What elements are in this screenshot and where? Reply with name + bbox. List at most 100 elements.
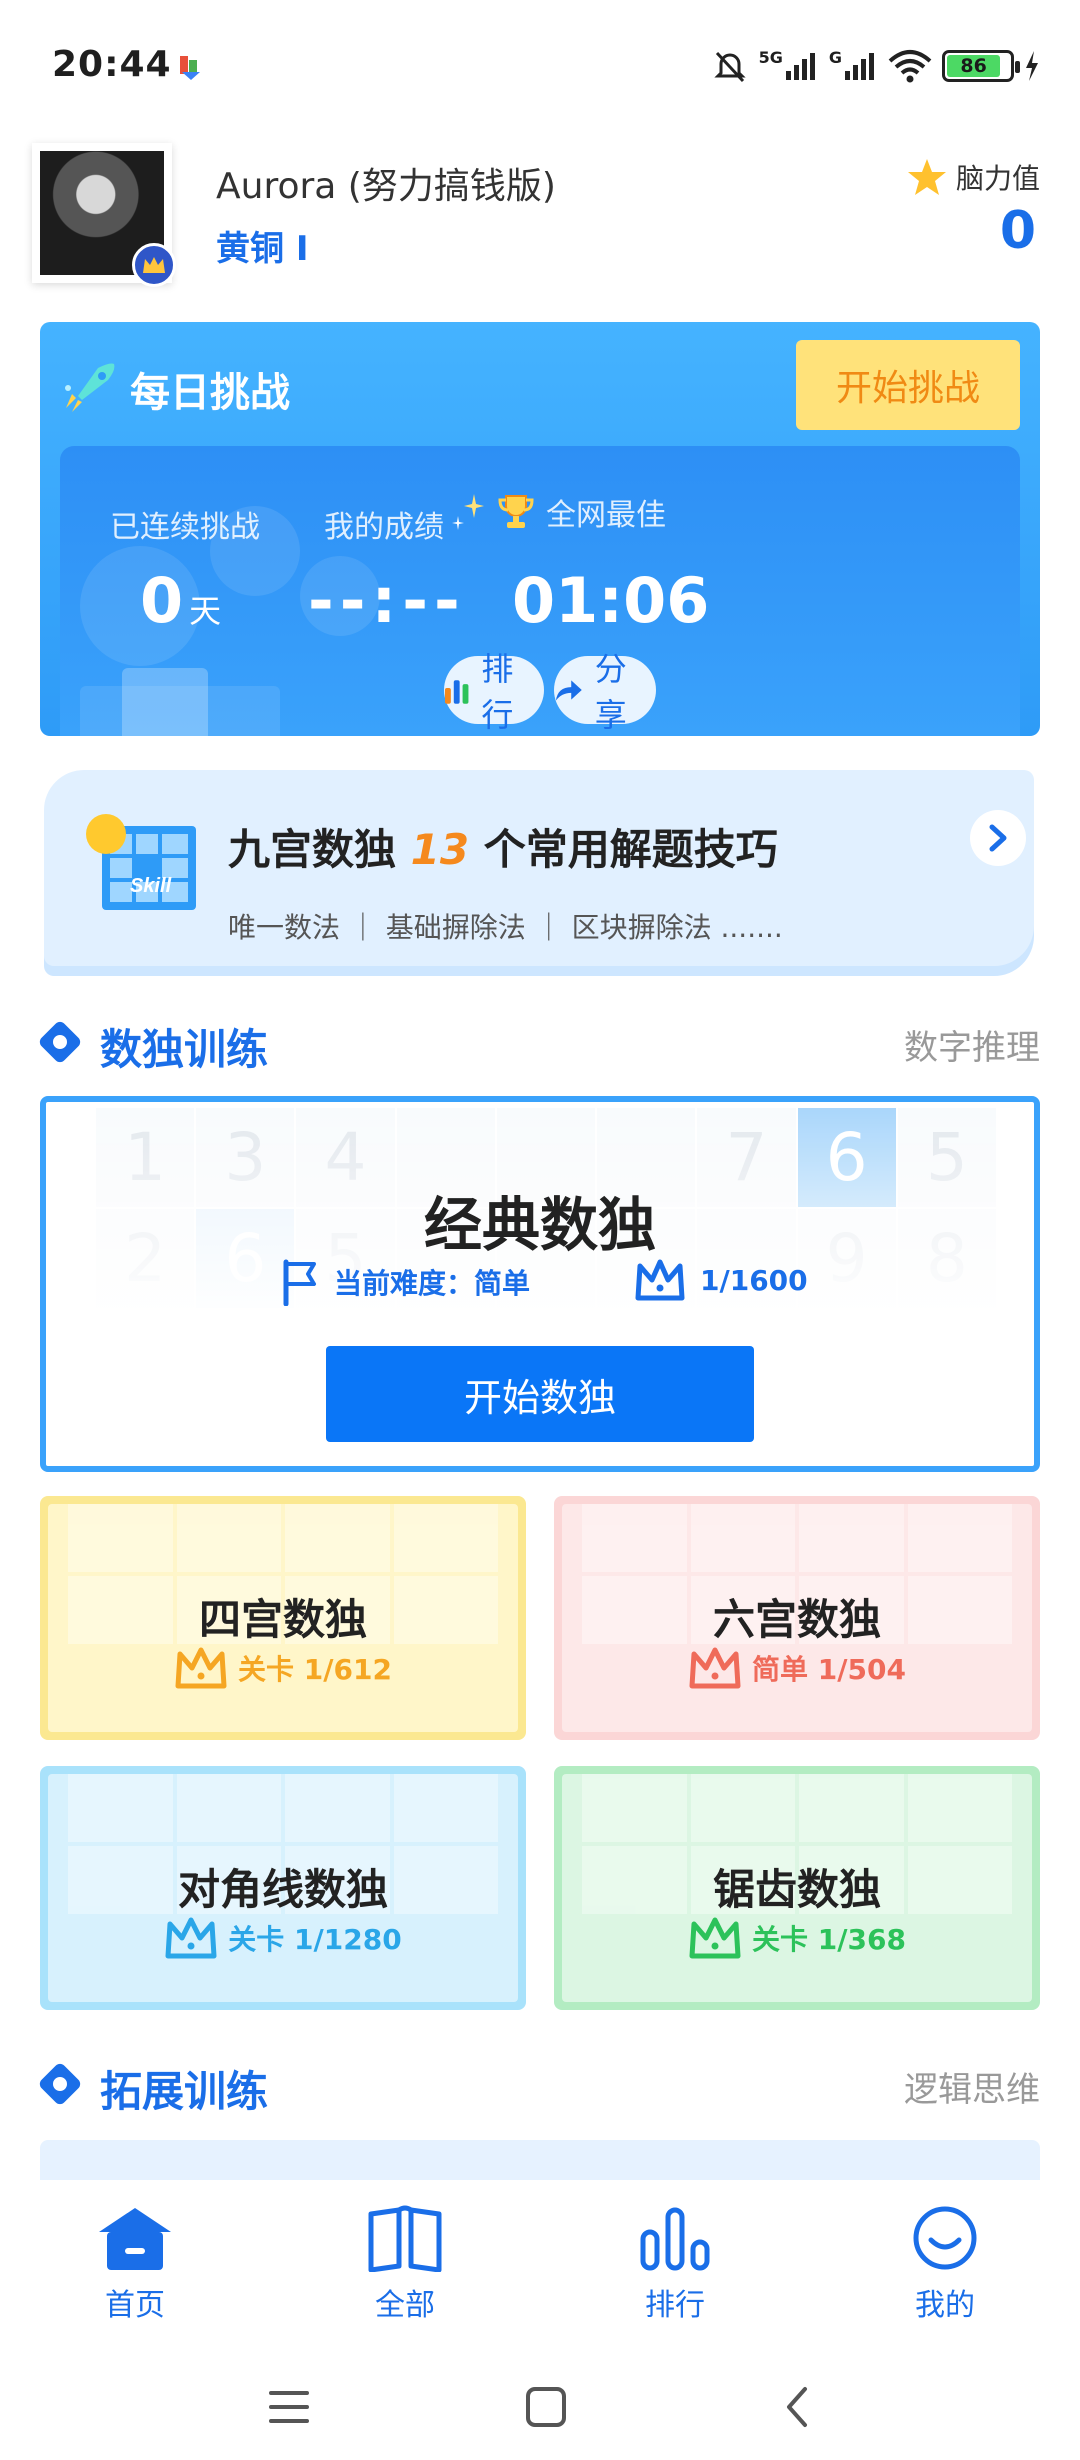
section-diamond-icon xyxy=(37,2061,83,2107)
battery-indicator: 86 xyxy=(942,50,1020,82)
home-icon xyxy=(99,2208,171,2270)
skill-icon-text: Skill xyxy=(130,875,172,897)
rank-pill-button[interactable]: 排行 xyxy=(444,650,544,734)
start-challenge-button[interactable]: 开始挑战 xyxy=(796,340,1020,430)
my-score-value: --:-- xyxy=(308,564,466,637)
app-notification-icon xyxy=(180,56,200,80)
best-score-header: 全网最佳 xyxy=(452,490,666,534)
bar-chart-icon xyxy=(640,2207,710,2271)
streak-label: 已连续挑战 xyxy=(110,510,260,545)
mute-bell-icon xyxy=(713,51,746,83)
crown-badge-icon xyxy=(132,243,176,287)
daily-title: 每日挑战 xyxy=(130,370,290,416)
skill-book-icon: Skill xyxy=(86,814,196,910)
section-subtitle[interactable]: 数字推理 xyxy=(904,1020,1040,1069)
chevron-right-icon xyxy=(989,824,1007,852)
mode-name: 四宫数独 xyxy=(198,1595,367,1644)
mode-meta: 关卡 1/368 xyxy=(554,1916,1040,1960)
tips-arrow-button[interactable] xyxy=(970,810,1026,866)
tips-subtitle: 唯一数法 ｜ 基础摒除法 ｜ 区块摒除法 ....... xyxy=(228,911,783,944)
classic-title: 经典数独 xyxy=(423,1191,656,1259)
daily-challenge-card: 每日挑战 开始挑战 已连续挑战 0天 我的成绩 --:-- 全网最佳 01:06… xyxy=(40,322,1040,736)
tab-mine[interactable]: 我的 xyxy=(810,2184,1080,2354)
mode-name: 对角线数独 xyxy=(177,1865,388,1914)
section-title: 拓展训练 xyxy=(100,2067,269,2116)
rank-pill-label: 排行 xyxy=(481,650,514,734)
signal-icon xyxy=(785,53,815,80)
share-arrow-icon xyxy=(555,680,582,701)
crown-icon xyxy=(175,1647,227,1689)
rank-label[interactable]: 黄铜 I xyxy=(216,221,309,270)
crown-icon xyxy=(689,1647,741,1689)
tab-home[interactable]: 首页 xyxy=(0,2184,270,2354)
tips-title-prefix: 九宫数独 xyxy=(228,825,397,874)
streak-number: 0 xyxy=(140,564,184,637)
mode-meta-text: 关卡 1/1280 xyxy=(228,1923,402,1956)
mode-card-diagonal[interactable]: 对角线数独 关卡 1/1280 xyxy=(40,1766,526,2010)
tab-label: 首页 xyxy=(105,2288,165,2323)
avatar[interactable] xyxy=(32,143,176,287)
difficulty-text: 当前难度：简单 xyxy=(334,1267,531,1300)
battery-level: 86 xyxy=(947,55,1001,77)
mode-name: 锯齿数独 xyxy=(712,1865,881,1914)
bar-chart-icon xyxy=(444,680,469,704)
share-pill-label: 分享 xyxy=(594,650,627,734)
crown-icon xyxy=(165,1917,217,1959)
tips-title-number: 13 xyxy=(410,825,470,874)
mode-meta: 关卡 1/1280 xyxy=(40,1916,526,1960)
section-sudoku-training: 数独训练 数字推理 xyxy=(37,1006,1040,1076)
network-label-2: G xyxy=(828,47,842,67)
book-icon xyxy=(368,2205,442,2272)
share-pill-button[interactable]: 分享 xyxy=(554,650,656,734)
section-subtitle[interactable]: 逻辑思维 xyxy=(904,2062,1040,2111)
streak-unit: 天 xyxy=(189,592,222,630)
start-sudoku-button[interactable]: 开始数独 xyxy=(326,1346,754,1442)
streak-value: 0天 xyxy=(140,564,221,637)
classic-sudoku-card[interactable]: 13476526598 经典数独 当前难度：简单 1/1600 开始数独 xyxy=(40,1096,1040,1472)
network-label: 5G xyxy=(758,47,783,67)
tab-ranking[interactable]: 排行 xyxy=(540,2184,810,2354)
mode-card-6x6[interactable]: 六宫数独 简单 1/504 xyxy=(554,1496,1040,1740)
best-score-value: 01:06 xyxy=(512,564,710,637)
crown-icon xyxy=(689,1917,741,1959)
brain-power-value: 0 xyxy=(999,201,1036,261)
brain-power-text: 脑力值 xyxy=(955,162,1040,195)
trophy-icon xyxy=(498,495,534,528)
star-icon xyxy=(907,159,946,195)
system-navigation-bar xyxy=(0,2354,1080,2460)
progress-text: 1/1600 xyxy=(700,1263,808,1297)
username: Aurora (努力搞钱版) xyxy=(216,166,556,207)
tips-title-suffix: 个常用解题技巧 xyxy=(483,825,778,874)
difficulty-info: 当前难度：简单 xyxy=(280,1258,530,1306)
tab-all[interactable]: 全部 xyxy=(270,2184,540,2354)
daily-stats-panel: 已连续挑战 0天 我的成绩 --:-- 全网最佳 01:06 排行 分享 xyxy=(60,446,1020,736)
tab-label: 排行 xyxy=(645,2288,705,2323)
mode-meta: 关卡 1/612 xyxy=(40,1646,526,1690)
mode-name: 六宫数独 xyxy=(712,1595,881,1644)
back-icon[interactable] xyxy=(781,2385,813,2429)
status-bar: 20:44 5G G 86 xyxy=(0,0,1080,130)
progress-info: 1/1600 xyxy=(634,1258,808,1302)
mode-meta-text: 关卡 1/368 xyxy=(752,1923,906,1956)
tab-label: 全部 xyxy=(375,2288,435,2323)
mode-meta-text: 关卡 1/612 xyxy=(238,1653,392,1686)
mode-meta: 简单 1/504 xyxy=(554,1646,1040,1690)
mode-card-4x4[interactable]: 四宫数独 关卡 1/612 xyxy=(40,1496,526,1740)
section-extended-training: 拓展训练 逻辑思维 xyxy=(37,2048,1040,2118)
sparkle-icon xyxy=(452,494,484,530)
crown-icon xyxy=(635,1259,685,1301)
mode-card-jigsaw[interactable]: 锯齿数独 关卡 1/368 xyxy=(554,1766,1040,2010)
section-diamond-icon xyxy=(37,1019,83,1065)
best-score-label: 全网最佳 xyxy=(546,498,666,533)
smile-icon xyxy=(913,2206,977,2270)
home-square-icon[interactable] xyxy=(524,2385,568,2429)
section-title: 数独训练 xyxy=(100,1025,269,1074)
wifi-icon xyxy=(888,50,932,83)
menu-icon[interactable] xyxy=(267,2387,311,2427)
status-time: 20:44 xyxy=(52,44,172,85)
bottom-tab-bar: 首页 全部 排行 我的 xyxy=(0,2184,1080,2354)
extended-card-peek[interactable] xyxy=(40,2140,1040,2180)
tips-title: 九宫数独 13 个常用解题技巧 xyxy=(228,816,778,877)
charging-bolt-icon xyxy=(1026,51,1038,81)
tips-banner[interactable]: Skill 九宫数独 13 个常用解题技巧 唯一数法 ｜ 基础摒除法 ｜ 区块摒… xyxy=(44,770,1034,966)
